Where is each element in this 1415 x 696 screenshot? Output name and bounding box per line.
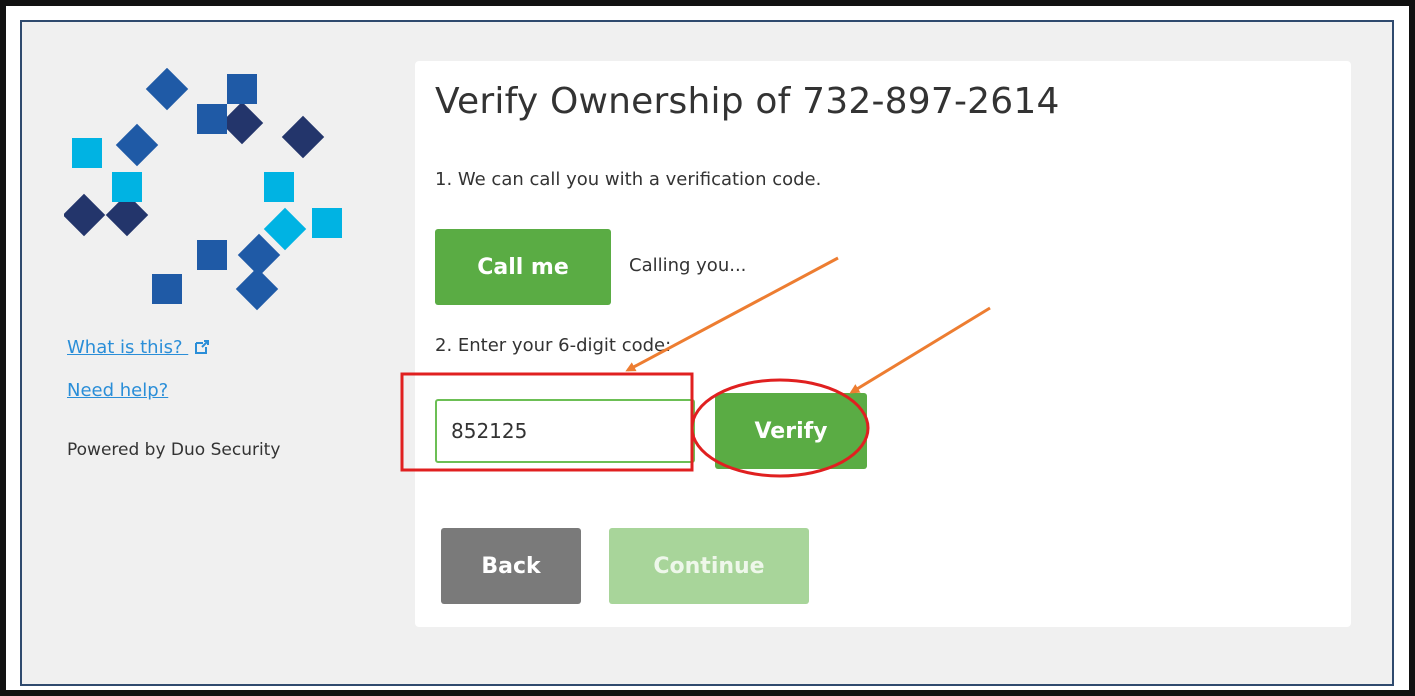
- logo-tile: [235, 267, 279, 311]
- logo-tile: [145, 68, 189, 111]
- logo-tile: [220, 101, 264, 145]
- call-me-button[interactable]: Call me: [435, 229, 611, 305]
- logo-tile: [227, 74, 257, 104]
- auth-panel: What is this? Need help? Powered by Duo …: [20, 20, 1394, 686]
- logo-tile: [197, 104, 227, 134]
- continue-button: Continue: [609, 528, 809, 604]
- logo-tile: [115, 123, 159, 167]
- back-button[interactable]: Back: [441, 528, 581, 604]
- call-status-text: Calling you...: [629, 255, 747, 276]
- logo-tile: [72, 138, 102, 168]
- screenshot-frame: What is this? Need help? Powered by Duo …: [0, 0, 1415, 696]
- step2-instruction: 2. Enter your 6-digit code:: [435, 335, 672, 356]
- logo-tile: [197, 240, 227, 270]
- verify-card: Verify Ownership of 732-897-2614 1. We c…: [415, 61, 1351, 627]
- what-is-this-label: What is this?: [67, 337, 183, 358]
- verification-code-input[interactable]: [435, 399, 695, 463]
- what-is-this-link[interactable]: What is this?: [67, 337, 210, 358]
- logo-tile: [112, 172, 142, 202]
- step1-instruction: 1. We can call you with a verification c…: [435, 169, 822, 190]
- duo-logo-icon: [64, 68, 342, 311]
- page-title: Verify Ownership of 732-897-2614: [435, 81, 1060, 122]
- need-help-link[interactable]: Need help?: [67, 380, 168, 401]
- logo-tile: [264, 172, 294, 202]
- logo-tile: [312, 208, 342, 238]
- logo-tile: [263, 207, 307, 251]
- logo-tile: [152, 274, 182, 304]
- external-link-icon: [195, 340, 210, 354]
- verify-button[interactable]: Verify: [715, 393, 867, 469]
- powered-by-text: Powered by Duo Security: [67, 440, 281, 460]
- logo-tile: [281, 115, 325, 159]
- logo-tile: [64, 193, 106, 237]
